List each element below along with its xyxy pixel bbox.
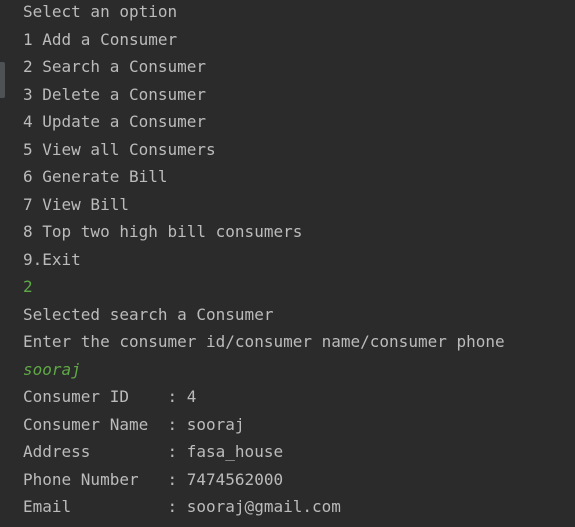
menu-item-exit: 9.Exit	[23, 249, 81, 269]
result-consumer-id: Consumer ID : 4	[23, 387, 197, 406]
console-output-panel[interactable]: Select an option 1 Add a Consumer 2 Sear…	[0, 0, 575, 527]
result-address: Address : fasa_house	[23, 442, 284, 461]
result-email: Email : sooraj@gmail.com	[23, 497, 341, 516]
user-choice-input: 2	[23, 277, 33, 296]
menu-item-search: 2 Search a Consumer	[23, 57, 207, 76]
user-query-input: sooraj	[23, 359, 81, 379]
menu-item-top-two: 8 Top two high bill consumers	[23, 222, 303, 241]
scrollbar-thumb[interactable]	[0, 62, 5, 98]
selected-message: Selected search a Consumer	[23, 304, 274, 324]
menu-item-view-all: 5 View all Consumers	[23, 139, 216, 159]
menu-item-add: 1 Add a Consumer	[23, 29, 178, 49]
menu-item-update: 4 Update a Consumer	[23, 112, 207, 131]
console-lines: Select an option 1 Add a Consumer 2 Sear…	[23, 0, 505, 521]
result-consumer-name: Consumer Name : sooraj	[23, 414, 245, 434]
prompt-line: Select an option	[23, 2, 178, 21]
menu-item-view-bill: 7 View Bill	[23, 194, 129, 214]
menu-item-generate-bill: 6 Generate Bill	[23, 167, 168, 186]
enter-prompt: Enter the consumer id/consumer name/cons…	[23, 332, 505, 351]
menu-item-delete: 3 Delete a Consumer	[23, 84, 207, 104]
result-phone-number: Phone Number : 7474562000	[23, 469, 284, 489]
